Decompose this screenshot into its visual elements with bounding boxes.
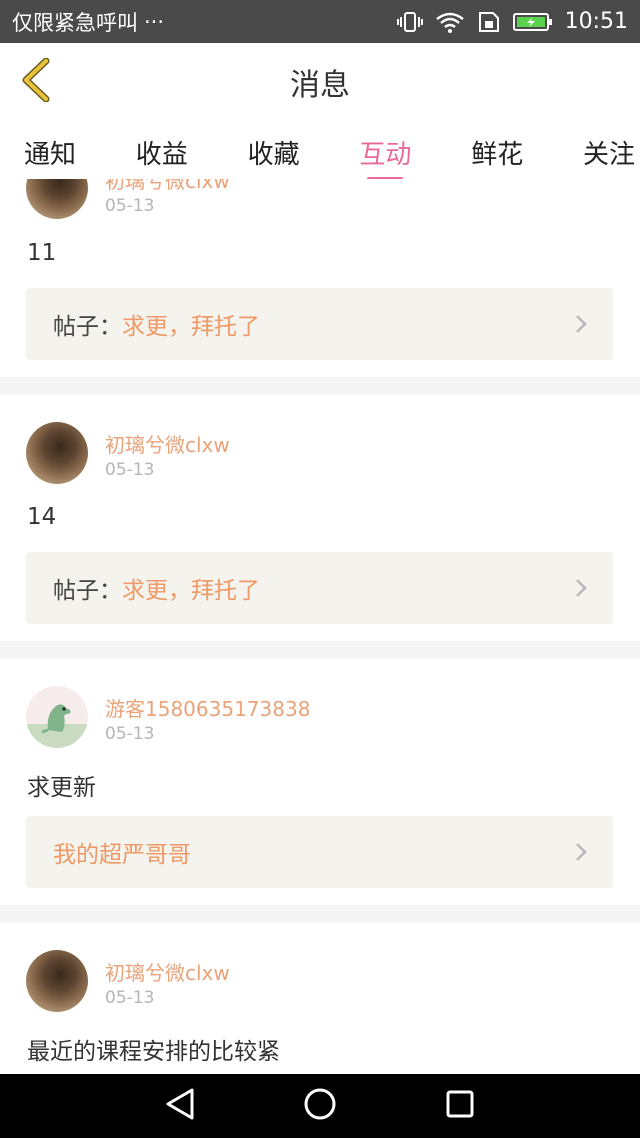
sim-icon: [477, 11, 501, 33]
ref-title: 求更，拜托了: [122, 314, 260, 340]
message-list[interactable]: 初璃兮微clxw 05-13 11 帖子： 求更，拜托了 初璃兮微clxw 05…: [0, 179, 640, 1074]
post-date: 05-13: [105, 460, 155, 480]
post-date: 05-13: [105, 724, 155, 744]
battery-icon: [512, 11, 553, 33]
back-button[interactable]: [14, 57, 58, 107]
circle-home-icon: [303, 1087, 337, 1125]
chevron-right-icon: [575, 314, 587, 340]
username[interactable]: 初璃兮微clxw: [105, 429, 230, 458]
chevron-right-icon: [575, 842, 587, 868]
ref-label: 帖子：: [53, 314, 122, 340]
username[interactable]: 游客1580635173838: [105, 693, 310, 722]
tab-notifications[interactable]: 通知: [24, 121, 76, 179]
comment-text: 最近的课程安排的比较紧: [27, 1039, 280, 1065]
system-nav-bar: [0, 1074, 640, 1138]
tab-favorites[interactable]: 收藏: [248, 121, 300, 179]
username[interactable]: 初璃兮微clxw: [105, 957, 230, 986]
username[interactable]: 初璃兮微clxw: [105, 179, 230, 194]
dinosaur-avatar-icon: [26, 704, 88, 748]
chevron-left-icon: [20, 57, 52, 106]
comment-text: 14: [27, 504, 57, 530]
comment-text: 求更新: [27, 775, 96, 801]
nav-home-button[interactable]: [290, 1076, 350, 1136]
tab-earnings[interactable]: 收益: [136, 121, 188, 179]
tab-flowers[interactable]: 鲜花: [471, 121, 523, 179]
list-item: 游客1580635173838 05-13 求更新 我的超严哥哥: [0, 659, 640, 905]
post-reference-link[interactable]: 帖子： 求更，拜托了: [26, 288, 613, 360]
book-reference-link[interactable]: 我的超严哥哥: [26, 816, 613, 888]
avatar[interactable]: [26, 179, 88, 219]
carrier-status-text: 仅限紧急呼叫: [12, 10, 138, 35]
list-item: 初璃兮微clxw 05-13 最近的课程安排的比较紧: [0, 923, 640, 1074]
avatar[interactable]: [26, 686, 88, 748]
ref-label: 帖子：: [53, 578, 122, 604]
ref-title: 求更，拜托了: [122, 578, 260, 604]
wifi-icon: [435, 11, 465, 33]
post-date: 05-13: [105, 988, 155, 1008]
post-reference-link[interactable]: 帖子： 求更，拜托了: [26, 552, 613, 624]
tab-bar: 通知 收益 收藏 互动 鲜花 关注: [0, 121, 640, 181]
tab-following[interactable]: 关注: [583, 121, 635, 179]
status-bar: 仅限紧急呼叫 ··· 10:51: [0, 0, 640, 43]
avatar[interactable]: [26, 422, 88, 484]
avatar[interactable]: [26, 950, 88, 1012]
more-dots: ···: [144, 9, 165, 34]
nav-back-button[interactable]: [150, 1076, 210, 1136]
square-recent-icon: [445, 1089, 475, 1123]
list-item: 初璃兮微clxw 05-13 11 帖子： 求更，拜托了: [0, 179, 640, 377]
ref-title: 我的超严哥哥: [53, 842, 191, 868]
nav-recent-button[interactable]: [430, 1076, 490, 1136]
page-title: 消息: [290, 68, 350, 103]
tab-interactions[interactable]: 互动: [359, 121, 411, 181]
header: 消息: [0, 43, 640, 122]
chevron-right-icon: [575, 578, 587, 604]
vibrate-icon: [396, 11, 423, 33]
clock-time: 10:51: [564, 9, 628, 34]
post-date: 05-13: [105, 196, 155, 216]
list-item: 初璃兮微clxw 05-13 14 帖子： 求更，拜托了: [0, 395, 640, 641]
comment-text: 11: [27, 240, 57, 266]
triangle-back-icon: [164, 1087, 196, 1125]
